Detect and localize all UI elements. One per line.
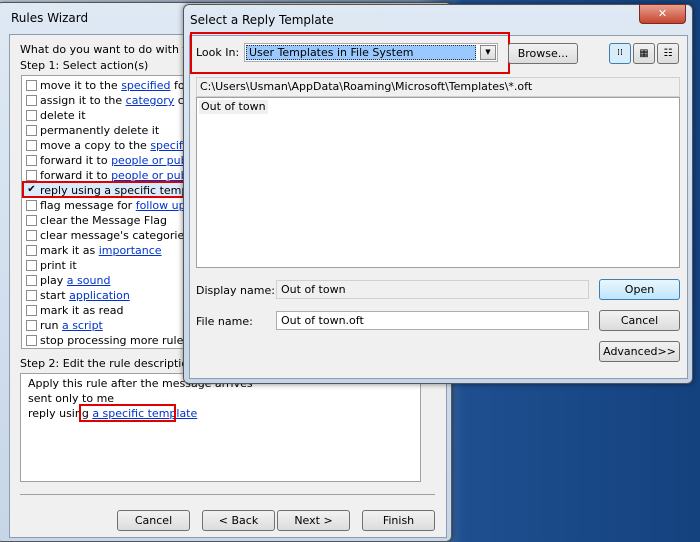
- action-item[interactable]: print it: [22, 258, 190, 273]
- checkbox[interactable]: [26, 200, 37, 211]
- close-icon: ✕: [657, 7, 668, 20]
- actions-list[interactable]: move it to the specified folder assign it…: [21, 75, 191, 349]
- action-label: clear the Message Flag: [40, 214, 167, 227]
- action-item[interactable]: stop processing more rules: [22, 333, 190, 348]
- checkbox[interactable]: [26, 155, 37, 166]
- step1-label: Step 1: Select action(s): [20, 59, 149, 72]
- question-label: What do you want to do with the: [20, 43, 201, 56]
- action-link[interactable]: people or public group: [111, 154, 190, 167]
- display-name-label: Display name:: [196, 284, 275, 297]
- action-link[interactable]: importance: [99, 244, 162, 257]
- step2-label: Step 2: Edit the rule description (c: [20, 357, 209, 370]
- checkbox[interactable]: [26, 80, 37, 91]
- action-label: move a copy to the specified folder: [40, 138, 190, 153]
- checkbox[interactable]: [26, 320, 37, 331]
- checkbox[interactable]: [26, 290, 37, 301]
- look-in-highlight: [190, 32, 510, 74]
- tree-view-icon[interactable]: ☷: [657, 43, 679, 64]
- action-link[interactable]: specified: [121, 79, 170, 92]
- next-button[interactable]: Next >: [277, 510, 350, 531]
- action-label: assign it to the category category: [40, 94, 190, 107]
- advanced-button[interactable]: Advanced>>: [599, 341, 680, 362]
- action-item[interactable]: clear message's categories: [22, 228, 190, 243]
- rule-description-box: Apply this rule after the message arrive…: [20, 373, 421, 482]
- open-button[interactable]: Open: [599, 279, 680, 300]
- checkbox[interactable]: [26, 140, 37, 151]
- action-item[interactable]: flag message for follow up at this time: [22, 198, 190, 213]
- cancel-button[interactable]: Cancel: [117, 510, 190, 531]
- list-view-icon[interactable]: ⁞⁞: [609, 43, 631, 64]
- action-label: run a script: [40, 319, 103, 332]
- action-item[interactable]: mark it as read: [22, 303, 190, 318]
- template-link-highlight: [79, 404, 176, 422]
- checkbox[interactable]: [26, 305, 37, 316]
- browse-button[interactable]: Browse...: [508, 43, 578, 64]
- action-label: mark it as importance: [40, 244, 162, 257]
- selected-action-highlight: [22, 181, 185, 198]
- checkbox[interactable]: [26, 170, 37, 181]
- file-item[interactable]: Out of town: [199, 100, 268, 114]
- action-label: start application: [40, 289, 130, 302]
- checkbox[interactable]: [26, 335, 37, 346]
- action-link[interactable]: a script: [62, 319, 103, 332]
- action-label: mark it as read: [40, 304, 124, 317]
- display-name-field: Out of town: [276, 280, 589, 299]
- action-label: forward it to people or public group: [40, 153, 190, 168]
- separator: [20, 494, 435, 495]
- details-view-icon[interactable]: ▦: [633, 43, 655, 64]
- action-item[interactable]: clear the Message Flag: [22, 213, 190, 228]
- action-item[interactable]: run a script: [22, 318, 190, 333]
- action-label: permanently delete it: [40, 124, 160, 137]
- checkbox[interactable]: [26, 275, 37, 286]
- action-item[interactable]: delete it: [22, 108, 190, 123]
- dialog-cancel-button[interactable]: Cancel: [599, 310, 680, 331]
- action-label: flag message for follow up at this time: [40, 198, 190, 213]
- action-item[interactable]: move it to the specified folder: [22, 78, 190, 93]
- rules-wizard-title: Rules Wizard: [11, 11, 89, 25]
- checkbox[interactable]: [26, 260, 37, 271]
- file-name-label: File name:: [196, 315, 253, 328]
- action-label: clear message's categories: [40, 229, 190, 242]
- close-button[interactable]: ✕: [639, 4, 686, 24]
- action-label: stop processing more rules: [40, 334, 190, 347]
- action-link[interactable]: category: [126, 94, 175, 107]
- path-bar: C:\Users\Usman\AppData\Roaming\Microsoft…: [196, 77, 680, 97]
- checkbox[interactable]: [26, 110, 37, 121]
- back-button[interactable]: < Back: [202, 510, 275, 531]
- action-label: delete it: [40, 109, 86, 122]
- action-item[interactable]: permanently delete it: [22, 123, 190, 138]
- dialog-title: Select a Reply Template: [190, 13, 334, 27]
- action-item[interactable]: play a sound: [22, 273, 190, 288]
- finish-button[interactable]: Finish: [362, 510, 435, 531]
- checkbox[interactable]: [26, 95, 37, 106]
- action-item[interactable]: start application: [22, 288, 190, 303]
- checkbox[interactable]: [26, 215, 37, 226]
- action-label: play a sound: [40, 274, 111, 287]
- action-item[interactable]: mark it as importance: [22, 243, 190, 258]
- file-list[interactable]: Out of town: [196, 97, 680, 268]
- action-item[interactable]: forward it to people or public group: [22, 153, 190, 168]
- file-name-input[interactable]: Out of town.oft: [276, 311, 589, 330]
- action-item[interactable]: assign it to the category category: [22, 93, 190, 108]
- action-item[interactable]: move a copy to the specified folder: [22, 138, 190, 153]
- action-label: move it to the specified folder: [40, 79, 190, 92]
- action-label: print it: [40, 259, 77, 272]
- checkbox[interactable]: [26, 125, 37, 136]
- checkbox[interactable]: [26, 245, 37, 256]
- checkbox[interactable]: [26, 230, 37, 241]
- action-link[interactable]: application: [69, 289, 130, 302]
- action-link[interactable]: a sound: [67, 274, 111, 287]
